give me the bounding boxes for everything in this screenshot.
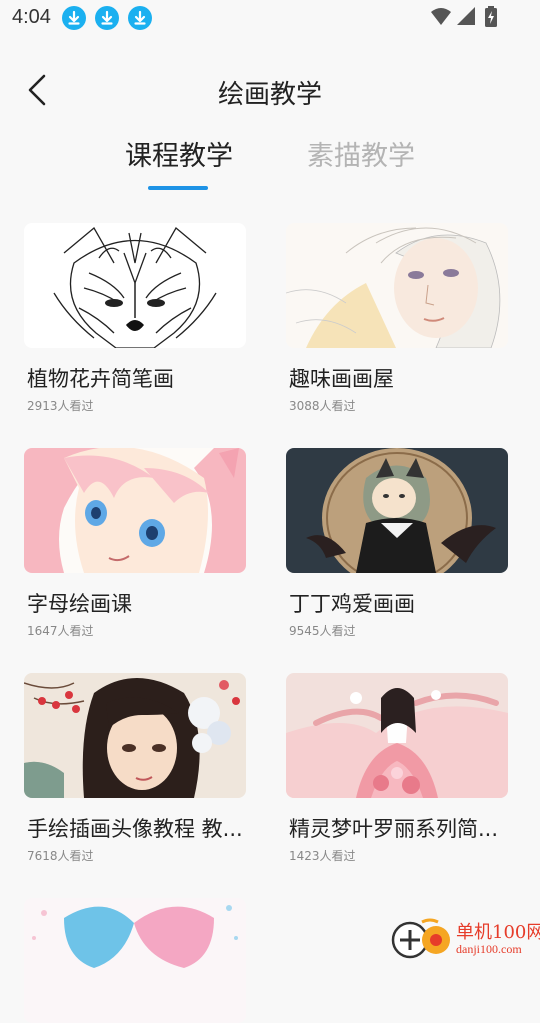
- danji100-logo-icon: [391, 918, 450, 959]
- site-watermark: 单机100网 danji100.com: [390, 916, 540, 960]
- course-thumbnail: [24, 223, 246, 348]
- course-thumbnail: [286, 448, 508, 573]
- course-card[interactable]: 精灵梦叶罗丽系列简... 1423人看过: [286, 673, 508, 863]
- download-icon: [62, 6, 86, 30]
- course-view-count: 7618人看过: [27, 849, 94, 863]
- course-view-count: 1647人看过: [27, 624, 94, 638]
- wifi-icon: [430, 6, 452, 30]
- course-card[interactable]: [24, 898, 246, 1023]
- signal-icon: [456, 6, 476, 30]
- tab-sketch-teaching[interactable]: 素描教学: [307, 134, 415, 173]
- course-card[interactable]: 植物花卉简笔画 2913人看过: [24, 223, 246, 413]
- active-tab-indicator: [148, 186, 208, 190]
- course-view-count: 1423人看过: [289, 849, 356, 863]
- watermark-name: 单机100网: [456, 922, 540, 943]
- download-icon: [95, 6, 119, 30]
- course-title: 字母绘画课: [27, 592, 132, 616]
- course-view-count: 2913人看过: [27, 399, 94, 413]
- download-icon: [128, 6, 152, 30]
- tab-course-teaching[interactable]: 课程教学: [125, 134, 233, 173]
- course-title: 手绘插画头像教程 教...: [27, 817, 243, 841]
- course-thumbnail: [24, 898, 246, 1023]
- course-title: 植物花卉简笔画: [27, 367, 174, 391]
- status-time: 4:04: [12, 6, 51, 28]
- course-card[interactable]: 丁丁鸡爱画画 9545人看过: [286, 448, 508, 638]
- app-header: 绘画教学: [0, 60, 540, 120]
- course-title: 丁丁鸡爱画画: [289, 592, 415, 616]
- course-title: 趣味画画屋: [289, 367, 394, 391]
- course-card[interactable]: 字母绘画课 1647人看过: [24, 448, 246, 638]
- course-thumbnail: [24, 448, 246, 573]
- status-bar: 4:04: [0, 0, 540, 36]
- course-card[interactable]: 趣味画画屋 3088人看过: [286, 223, 508, 413]
- course-view-count: 3088人看过: [289, 399, 356, 413]
- watermark-url: danji100.com: [456, 942, 522, 956]
- course-thumbnail: [286, 673, 508, 798]
- course-card[interactable]: 手绘插画头像教程 教... 7618人看过: [24, 673, 246, 863]
- course-thumbnail: [24, 673, 246, 798]
- course-thumbnail: [286, 223, 508, 348]
- battery-charging-icon: [484, 6, 498, 32]
- tab-bar: 课程教学 素描教学: [0, 134, 540, 194]
- course-title: 精灵梦叶罗丽系列简...: [289, 817, 499, 841]
- page-title: 绘画教学: [217, 80, 322, 110]
- course-view-count: 9545人看过: [289, 624, 356, 638]
